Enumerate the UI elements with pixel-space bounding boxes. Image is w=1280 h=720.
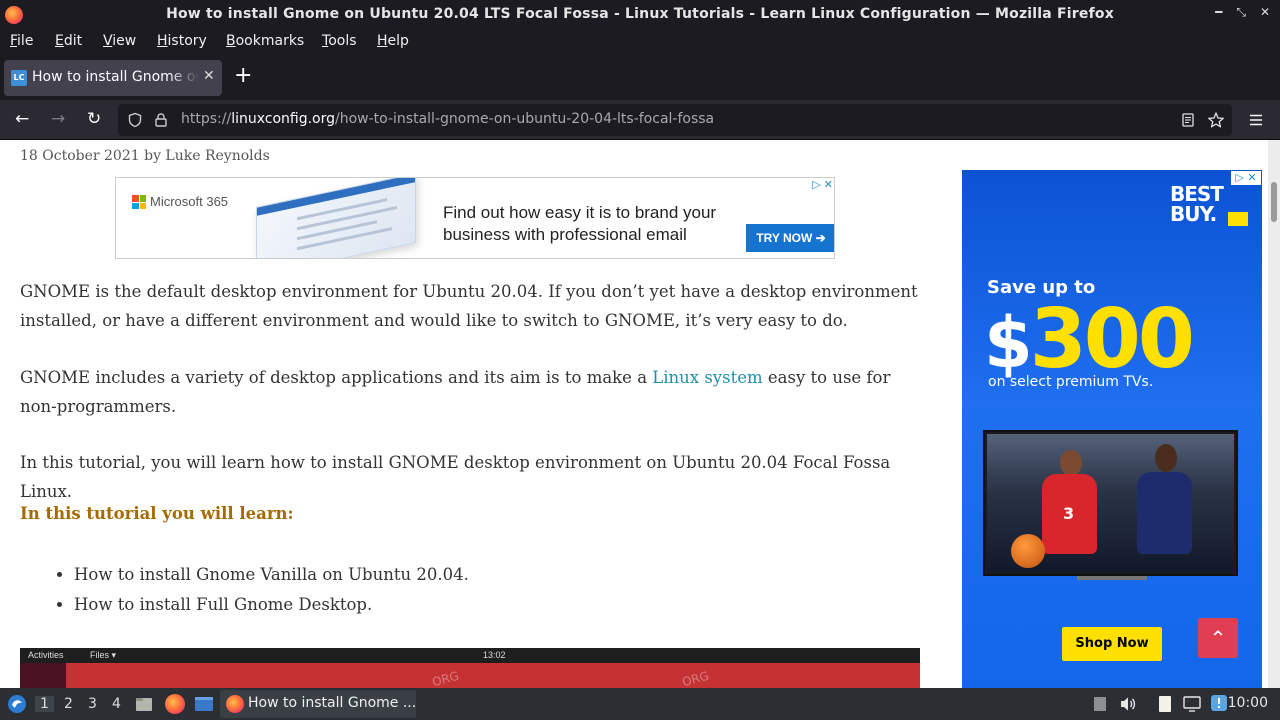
article-screenshot: Activities Files ▾ 13:02 ORG ORG xyxy=(20,648,920,688)
window-titlebar: How to install Gnome on Ubuntu 20.04 LTS… xyxy=(0,0,1280,30)
adchoices-icon[interactable]: ▷ ✕ xyxy=(812,178,833,191)
article-paragraph-1: GNOME is the default desktop environment… xyxy=(20,282,918,330)
list-item: How to install Gnome Vanilla on Ubuntu 2… xyxy=(74,560,469,590)
tab-bar: LC How to install Gnome on Ubuntu 20.04 … xyxy=(0,54,1280,100)
basketball-icon xyxy=(1011,534,1045,568)
menu-history[interactable]: History xyxy=(157,33,207,49)
firefox-icon xyxy=(226,695,244,713)
ad-brand: Microsoft 365 xyxy=(150,194,229,209)
workspace-2[interactable]: 2 xyxy=(64,696,73,712)
tab-active[interactable]: LC How to install Gnome on Ubuntu 20.04 … xyxy=(4,60,222,96)
bestbuy-logo: BEST BUY. xyxy=(1170,182,1224,226)
tv-image: 3 xyxy=(983,430,1238,576)
terminal-icon[interactable] xyxy=(194,694,214,714)
menu-tools[interactable]: Tools xyxy=(322,33,357,49)
ad-sidebar-bestbuy[interactable]: BEST BUY. ▷ ✕ Save up to $300 on select … xyxy=(962,170,1262,688)
start-menu-icon[interactable] xyxy=(6,693,28,715)
back-to-top-button[interactable]: ⌃ xyxy=(1198,618,1238,658)
tab-close-icon[interactable]: ✕ xyxy=(203,68,215,84)
app-menu-icon[interactable] xyxy=(1248,112,1264,128)
site-favicon-icon: LC xyxy=(11,70,27,86)
clipboard-icon[interactable] xyxy=(1091,695,1109,713)
navigation-toolbar: ← → ↻ https://linuxconfig.org/how-to-ins… xyxy=(0,100,1280,140)
article-paragraph-3: In this tutorial, you will learn how to … xyxy=(20,453,891,501)
new-tab-button[interactable]: + xyxy=(234,65,252,87)
screenshot-topbar: Activities Files ▾ 13:02 xyxy=(20,648,920,663)
volume-icon[interactable] xyxy=(1119,695,1137,713)
article-byline: 18 October 2021 by Luke Reynolds xyxy=(20,148,270,164)
adchoices-icon[interactable]: ▷ ✕ xyxy=(1231,171,1261,185)
forward-button[interactable]: → xyxy=(51,109,65,129)
learn-list: How to install Gnome Vanilla on Ubuntu 2… xyxy=(74,560,469,620)
system-clock: 10:00 xyxy=(1227,695,1268,711)
shop-now-button[interactable]: Shop Now xyxy=(1062,627,1162,661)
jersey-number: 3 xyxy=(1063,504,1075,523)
file-manager-icon[interactable] xyxy=(134,694,154,714)
page-scrollbar[interactable] xyxy=(1268,140,1280,688)
taskbar-window-label: How to install Gnome ... xyxy=(248,695,417,711)
menu-edit[interactable]: Edit xyxy=(55,33,82,49)
menu-help[interactable]: Help xyxy=(377,33,409,49)
ad-subtext: on select premium TVs. xyxy=(988,374,1154,390)
menu-bookmarks[interactable]: Bookmarks xyxy=(226,33,304,49)
maximize-icon[interactable]: ⤡ xyxy=(1236,5,1246,20)
taskbar-window-firefox[interactable]: How to install Gnome ... xyxy=(220,690,416,718)
window-title: How to install Gnome on Ubuntu 20.04 LTS… xyxy=(166,6,1114,22)
ad-try-now-button[interactable]: TRY NOW ➔ xyxy=(746,224,834,252)
window-controls: ━ ⤡ ✕ xyxy=(1215,5,1270,20)
system-taskbar: 1 2 3 4 How to install Gnome ... 10:00 xyxy=(0,688,1280,720)
firefox-launcher-icon[interactable] xyxy=(165,694,185,714)
tracking-shield-icon[interactable] xyxy=(127,112,143,128)
reload-button[interactable]: ↻ xyxy=(87,109,101,129)
address-bar[interactable]: https://linuxconfig.org/how-to-install-g… xyxy=(118,104,1232,136)
menu-file[interactable]: File xyxy=(10,33,33,49)
workspace-4[interactable]: 4 xyxy=(112,696,121,712)
display-icon[interactable] xyxy=(1182,695,1202,713)
workspace-3[interactable]: 3 xyxy=(88,696,97,712)
menu-bar: File Edit View History Bookmarks Tools H… xyxy=(0,30,1280,54)
ad-banner-microsoft[interactable]: Microsoft 365 Find out how easy it is to… xyxy=(115,177,835,259)
ad-text: Find out how easy it is to brand your bu… xyxy=(443,203,717,244)
back-button[interactable]: ← xyxy=(15,109,29,129)
page-content: 18 October 2021 by Luke Reynolds Microso… xyxy=(0,140,1280,688)
reader-view-icon[interactable] xyxy=(1180,112,1196,128)
screenshot-dock xyxy=(20,663,66,688)
notes-icon[interactable] xyxy=(1156,694,1174,714)
workspace-1[interactable]: 1 xyxy=(35,696,54,712)
url-text: https://linuxconfig.org/how-to-install-g… xyxy=(181,111,715,127)
ad-product-image xyxy=(256,178,416,258)
microsoft-logo-icon xyxy=(132,195,146,209)
bestbuy-tag-icon xyxy=(1228,212,1248,226)
close-icon[interactable]: ✕ xyxy=(1260,5,1270,20)
learn-heading: In this tutorial you will learn: xyxy=(20,504,294,523)
bookmark-star-icon[interactable] xyxy=(1207,111,1225,129)
article-paragraph-2: GNOME includes a variety of desktop appl… xyxy=(20,368,891,416)
lock-icon[interactable] xyxy=(153,112,169,128)
minimize-icon[interactable]: ━ xyxy=(1215,5,1222,20)
notification-icon[interactable] xyxy=(1210,694,1228,712)
list-item: How to install Full Gnome Desktop. xyxy=(74,590,469,620)
menu-view[interactable]: View xyxy=(103,33,136,49)
linux-system-link[interactable]: Linux system xyxy=(652,368,762,387)
scrollbar-thumb[interactable] xyxy=(1271,182,1277,222)
